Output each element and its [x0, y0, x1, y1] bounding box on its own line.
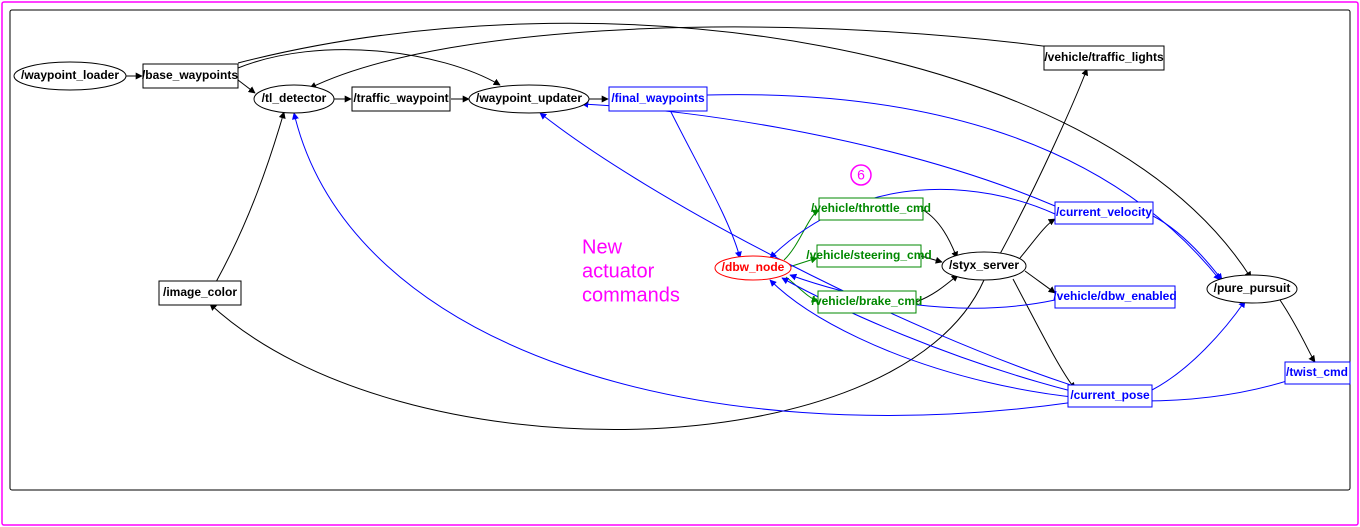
label: /vehicle/dbw_enabled — [1053, 289, 1176, 303]
edge — [310, 27, 1087, 88]
node-image-color: /image_color — [159, 281, 241, 305]
edge — [1020, 219, 1055, 258]
edge — [1025, 271, 1055, 293]
edge — [216, 112, 284, 282]
label: /vehicle/brake_cmd — [812, 294, 923, 308]
edge — [1152, 301, 1245, 390]
label: /twist_cmd — [1286, 365, 1348, 379]
label: /pure_pursuit — [1214, 281, 1291, 295]
edge — [582, 104, 1055, 206]
ros-graph-diagram: /waypoint_loader /base_waypoints /tl_det… — [0, 0, 1360, 527]
label: /current_velocity — [1056, 205, 1152, 219]
label: /traffic_waypoint — [353, 91, 448, 105]
annotation-step-circle: 6 — [851, 165, 871, 185]
edge — [670, 110, 740, 258]
edge — [1280, 300, 1315, 362]
annotation-line3: commands — [582, 284, 680, 306]
label: /waypoint_loader — [21, 68, 119, 82]
step-number: 6 — [857, 167, 865, 183]
label: /vehicle/traffic_lights — [1044, 50, 1164, 64]
node-vehicle-brake-cmd: /vehicle/brake_cmd — [812, 291, 923, 313]
node-final-waypoints: /final_waypoints — [609, 87, 707, 111]
label: /vehicle/throttle_cmd — [811, 201, 931, 215]
edge — [1000, 69, 1087, 254]
node-waypoint-updater: /waypoint_updater — [469, 85, 589, 113]
node-vehicle-traffic-lights: /vehicle/traffic_lights — [1044, 46, 1164, 70]
node-dbw-node: /dbw_node — [715, 256, 791, 280]
label: /tl_detector — [262, 91, 327, 105]
node-vehicle-throttle-cmd: /vehicle/throttle_cmd — [811, 198, 931, 220]
node-twist-cmd: /twist_cmd — [1285, 362, 1350, 384]
label: /final_waypoints — [611, 91, 705, 105]
label: /base_waypoints — [142, 68, 238, 82]
node-current-velocity: /current_velocity — [1055, 202, 1153, 224]
annotation-line1: New — [582, 236, 623, 258]
node-vehicle-steering-cmd: /vehicle/steering_cmd — [806, 245, 931, 267]
label: /image_color — [163, 285, 237, 299]
edge — [238, 50, 500, 85]
annotation-line2: actuator — [582, 260, 655, 282]
label: /styx_server — [949, 258, 1019, 272]
label: /current_pose — [1070, 388, 1150, 402]
node-styx-server: /styx_server — [942, 252, 1026, 280]
label: /vehicle/steering_cmd — [806, 248, 931, 262]
node-traffic-waypoint: /traffic_waypoint — [352, 87, 450, 111]
node-waypoint-loader: /waypoint_loader — [14, 62, 126, 90]
node-current-pose: /current_pose — [1068, 385, 1152, 407]
node-tl-detector: /tl_detector — [254, 85, 334, 113]
node-base-waypoints: /base_waypoints — [142, 64, 238, 88]
edge — [238, 80, 255, 93]
label: /dbw_node — [722, 260, 785, 274]
edge — [707, 95, 1220, 280]
node-pure-pursuit: /pure_pursuit — [1207, 275, 1297, 303]
label: /waypoint_updater — [476, 91, 582, 105]
node-vehicle-dbw-enabled: /vehicle/dbw_enabled — [1053, 286, 1176, 308]
